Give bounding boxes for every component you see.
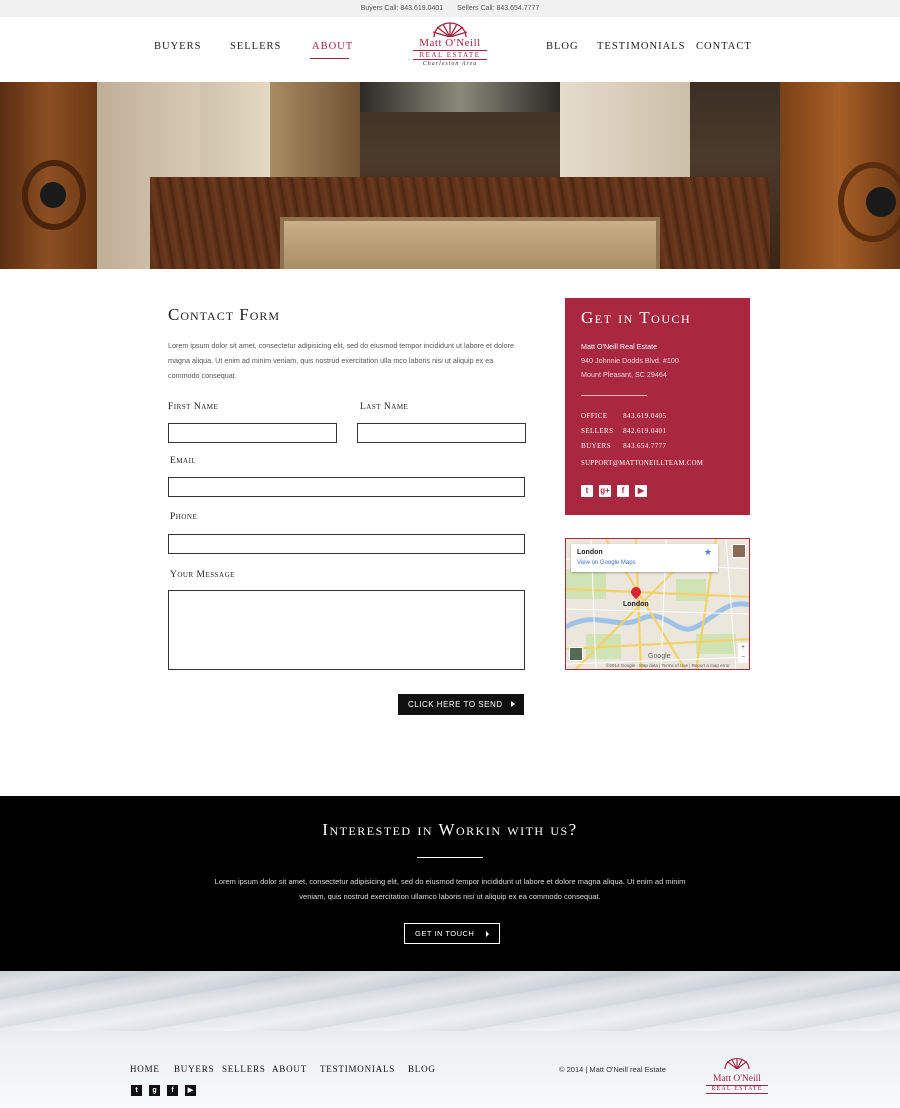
phone-row-sellers[interactable]: Sellers 842.619.0401 <box>581 427 666 435</box>
first-name-field[interactable] <box>168 423 337 443</box>
hero-image <box>0 82 900 269</box>
sunburst-logo-icon <box>432 22 468 37</box>
get-in-touch-button[interactable]: Get in Touch <box>404 923 500 944</box>
sunburst-logo-icon <box>724 1057 750 1070</box>
copyright-text: © 2014 | Matt O'Neill real Estate <box>559 1065 666 1074</box>
logo-name: Matt O'Neill <box>419 37 481 49</box>
hero-rug <box>280 217 660 269</box>
youtube-icon[interactable]: ▶ <box>185 1085 196 1096</box>
cta-text: Lorem ipsum dolor sit amet, consectetur … <box>214 877 686 901</box>
site-logo[interactable]: Matt O'Neill REAL ESTATE Charleston Area <box>407 21 493 79</box>
get-in-touch-panel: Get in Touch Matt O'Neill Real Estate 94… <box>565 298 750 515</box>
cta-title: Interested in Workin with us? <box>322 820 578 839</box>
send-button-label: Click here to send <box>408 700 503 709</box>
send-button[interactable]: Click here to send <box>398 694 524 715</box>
satellite-toggle[interactable] <box>569 647 583 661</box>
nav-contact[interactable]: CONTACT <box>696 41 752 52</box>
view-on-google-maps-link[interactable]: View on Google Maps <box>577 560 636 566</box>
nav-about[interactable]: ABOUT <box>312 41 353 52</box>
footer-nav-buyers[interactable]: BUYERS <box>174 1064 214 1074</box>
google-map[interactable]: London View on Google Maps ★ London Goog… <box>565 538 750 670</box>
map-city-label: London <box>623 601 649 608</box>
footer-logo-subtitle: REAL ESTATE <box>706 1085 768 1094</box>
nav-blog[interactable]: BLOG <box>546 41 579 52</box>
map-attribution: ©2014 Google - Map data | Terms of Use |… <box>606 663 730 668</box>
divider <box>417 857 483 858</box>
cta-section: Interested in Workin with us? Lorem ipsu… <box>0 796 900 971</box>
email-field[interactable] <box>168 477 525 497</box>
phone-label: Office <box>581 412 608 420</box>
contact-form-title: Contact Form <box>168 305 281 324</box>
phone-number: 843.619.0405 <box>623 412 667 420</box>
last-name-field[interactable] <box>357 423 526 443</box>
phone-row-buyers[interactable]: Buyers 843.654.7777 <box>581 442 666 450</box>
contact-form-intro: Lorem ipsum dolor sit amet, consectetur … <box>168 341 514 380</box>
phone-field[interactable] <box>168 534 525 554</box>
sellers-phone-text: Sellers Call: 843.654.7777 <box>457 5 540 12</box>
message-label: Your Message <box>170 570 235 580</box>
nav-sellers[interactable]: SELLERS <box>230 41 281 52</box>
star-icon[interactable]: ★ <box>704 547 712 558</box>
site-header: BUYERS SELLERS ABOUT Matt O'Neill REAL E… <box>0 17 900 82</box>
map-place-name: London <box>577 549 603 556</box>
company-name: Matt O'Neill Real Estate <box>581 342 658 351</box>
get-in-touch-button-label: Get in Touch <box>415 929 475 938</box>
nav-testimonials[interactable]: TESTIMONIALS <box>597 41 685 52</box>
phone-label: Buyers <box>581 442 612 450</box>
twitter-icon[interactable]: t <box>131 1085 142 1096</box>
top-phone-bar: Buyers Call: 843.619.0401 Sellers Call: … <box>0 0 900 17</box>
footer-nav-home[interactable]: HOME <box>130 1064 160 1074</box>
twitter-icon[interactable]: t <box>581 485 593 497</box>
buyers-phone-text: Buyers Call: 843.619.0401 <box>360 5 444 12</box>
logo-subtitle: REAL ESTATE <box>413 50 487 60</box>
footer-logo[interactable]: Matt O'Neill REAL ESTATE <box>700 1056 774 1094</box>
phone-row-office[interactable]: Office 843.619.0405 <box>581 412 666 420</box>
last-name-label: Last Name <box>360 402 409 412</box>
phone-number: 842.619.0401 <box>623 427 667 435</box>
phone-label: Phone <box>170 512 198 522</box>
address-line-1: 940 Johnnie Dodds Blvd. #100 <box>581 356 679 365</box>
map-info-card: London View on Google Maps ★ <box>571 544 718 572</box>
google-plus-icon[interactable]: g+ <box>599 485 611 497</box>
nav-buyers[interactable]: BUYERS <box>154 41 201 52</box>
first-name-label: First Name <box>168 402 219 412</box>
play-arrow-icon <box>486 931 489 937</box>
phone-number: 843.654.7777 <box>623 442 667 450</box>
message-field[interactable] <box>168 590 525 670</box>
footer-nav-about[interactable]: ABOUT <box>272 1064 307 1074</box>
social-links: t g+ f ▶ <box>581 485 647 497</box>
support-email-link[interactable]: support@MattONeillTeam.com <box>581 460 703 467</box>
site-footer: HOME BUYERS SELLERS ABOUT TESTIMONIALS B… <box>0 971 900 1108</box>
divider <box>581 395 647 396</box>
facebook-icon[interactable]: f <box>617 485 629 497</box>
google-plus-icon[interactable]: g <box>149 1085 160 1096</box>
address-line-2: Mount Pleasant, SC 29464 <box>581 370 667 379</box>
footer-nav-sellers[interactable]: SELLERS <box>222 1064 266 1074</box>
zoom-controls[interactable]: + − <box>738 643 748 663</box>
google-logo: Google <box>648 653 671 660</box>
nav-active-underline <box>310 58 349 59</box>
footer-nav-testimonials[interactable]: TESTIMONIALS <box>320 1064 395 1074</box>
hero-door-knob-right <box>866 187 896 217</box>
avatar[interactable] <box>732 544 746 558</box>
footer-background <box>0 971 900 1031</box>
phone-label: Sellers <box>581 427 614 435</box>
facebook-icon[interactable]: f <box>167 1085 178 1096</box>
get-in-touch-title: Get in Touch <box>581 308 692 327</box>
play-arrow-icon <box>511 701 515 707</box>
logo-area: Charleston Area <box>422 61 478 67</box>
youtube-icon[interactable]: ▶ <box>635 485 647 497</box>
footer-nav-blog[interactable]: BLOG <box>408 1064 436 1074</box>
email-label: Email <box>170 456 197 466</box>
hero-door-knob-left <box>40 182 66 208</box>
hero-far-room <box>360 82 560 112</box>
footer-logo-name: Matt O'Neill <box>713 1074 761 1084</box>
